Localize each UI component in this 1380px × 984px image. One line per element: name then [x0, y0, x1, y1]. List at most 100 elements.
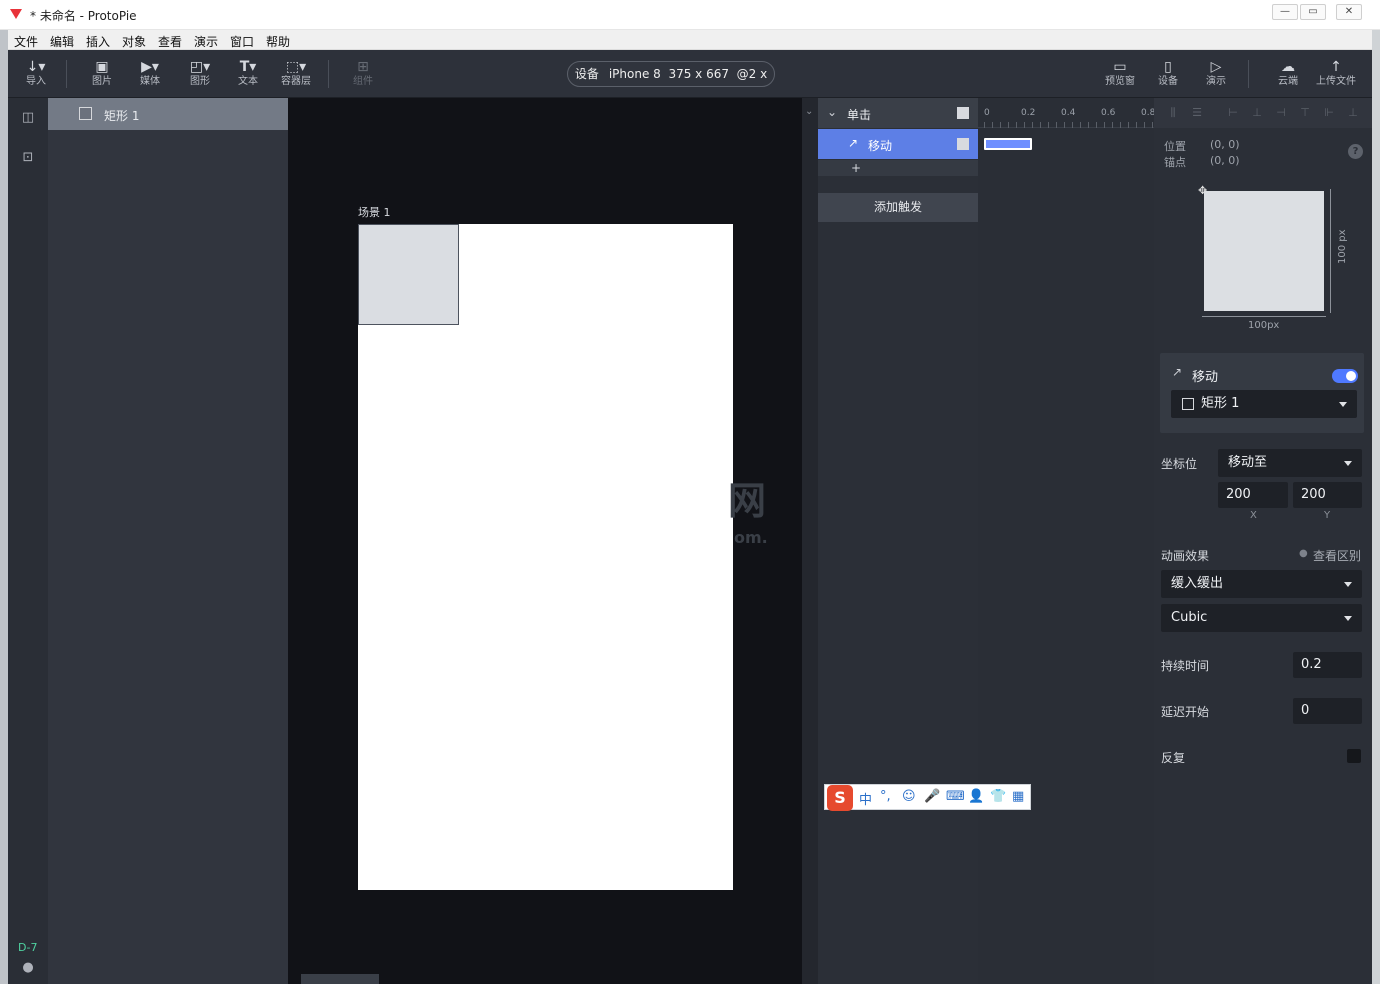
layer-name: 矩形 1 [104, 109, 140, 123]
component-label: 组件 [353, 76, 373, 87]
distribute-vertical-icon[interactable]: ☰ [1190, 106, 1204, 120]
easing-select[interactable]: 缓入缓出 [1161, 570, 1362, 598]
chevron-down-icon [1344, 582, 1352, 587]
toolbox-icon[interactable]: ▦ [1012, 789, 1024, 804]
ruler-tick: 0.2 [1021, 108, 1036, 118]
duration-input[interactable]: 0.2 [1293, 652, 1362, 678]
preview-window-button[interactable]: ▭ 预览窗 [1100, 58, 1140, 94]
curve-value: Cubic [1171, 610, 1208, 625]
menu-window[interactable]: 窗口 [230, 33, 254, 50]
align-left-icon[interactable]: ⊢ [1226, 106, 1240, 120]
rectangle-layer-icon [79, 107, 92, 120]
move-icon: ↗ [1172, 365, 1183, 379]
upload-icon: ↑ [1330, 59, 1342, 75]
add-response-button[interactable]: + [851, 161, 861, 175]
coord-mode-select[interactable]: 移动至 [1218, 449, 1362, 477]
menu-edit[interactable]: 编辑 [50, 33, 74, 50]
repeat-checkbox[interactable] [1347, 749, 1361, 763]
chinese-mode-icon[interactable]: 中 [859, 789, 872, 808]
watermark-glyph: 网 [728, 479, 767, 523]
curve-select[interactable]: Cubic [1161, 604, 1362, 632]
target-layer-select[interactable]: 矩形 1 [1171, 390, 1357, 418]
container-icon: ⬚▾ [285, 59, 307, 75]
animation-label: 动画效果 [1161, 549, 1210, 563]
menu-view[interactable]: 查看 [158, 33, 182, 50]
maximize-button[interactable]: ▭ [1300, 4, 1326, 20]
chevron-down-icon [1344, 616, 1352, 621]
component-button[interactable]: ⊞ 组件 [343, 58, 383, 94]
window-left-border [0, 30, 8, 984]
align-bottom-icon[interactable]: ⊥ [1346, 106, 1360, 120]
add-response-row[interactable]: + [818, 160, 978, 176]
collapse-chevron-icon[interactable]: ⌄ [805, 106, 813, 117]
align-top-icon[interactable]: ⊤ [1298, 106, 1312, 120]
menu-present[interactable]: 演示 [194, 33, 218, 50]
media-button[interactable]: ▶▾ 媒体 [130, 58, 170, 94]
x-axis-label: X [1250, 510, 1257, 521]
rectangle-1[interactable] [358, 224, 459, 325]
view-diff-link[interactable]: 查看区别 [1313, 547, 1361, 564]
import-button[interactable]: ↓▾ 导入 [16, 58, 56, 94]
container-button[interactable]: ⬚▾ 容器层 [276, 58, 316, 94]
horizontal-scrollbar[interactable] [301, 974, 379, 984]
device-selector[interactable]: 设备 iPhone 8 375 x 667 @2 x [567, 61, 775, 87]
add-trigger-button[interactable]: 添加触发 [818, 193, 978, 222]
x-input[interactable]: 200 [1218, 482, 1288, 508]
response-row[interactable]: ↗ 移动 [818, 129, 978, 159]
menu-help[interactable]: 帮助 [266, 33, 290, 50]
ruler-minor-ticks [984, 122, 1154, 128]
user-icon[interactable]: ● [20, 960, 36, 976]
keyboard-icon[interactable]: ⌨ [946, 789, 965, 804]
align-middle-icon[interactable]: ⊩ [1322, 106, 1336, 120]
emoji-icon[interactable]: ☺ [902, 789, 916, 804]
close-button[interactable]: ✕ [1336, 4, 1362, 20]
layer-row[interactable]: 矩形 1 [48, 98, 288, 130]
image-icon: ▣ [95, 59, 109, 75]
menu-bar: 文件 编辑 插入 对象 查看 演示 窗口 帮助 [8, 30, 1372, 50]
toolbar-divider [66, 60, 67, 88]
menu-insert[interactable]: 插入 [86, 33, 110, 50]
height-dimension-label: 100 px [1337, 229, 1348, 264]
menu-file[interactable]: 文件 [14, 33, 38, 50]
text-button[interactable]: T▾ 文本 [228, 58, 268, 94]
align-right-icon[interactable]: ⊣ [1274, 106, 1288, 120]
y-input[interactable]: 200 [1293, 482, 1362, 508]
cloud-icon: ☁ [1281, 59, 1295, 75]
image-button[interactable]: ▣ 图片 [82, 58, 122, 94]
delay-input[interactable]: 0 [1293, 698, 1362, 724]
user-icon[interactable]: 👤 [968, 789, 984, 804]
trigger-row[interactable]: ⌄ 单击 [818, 98, 978, 128]
y-axis-label: Y [1324, 510, 1331, 521]
skin-icon[interactable]: 👕 [990, 789, 1006, 804]
device-button[interactable]: ▯ 设备 [1148, 58, 1188, 94]
upload-label: 上传文件 [1316, 76, 1356, 87]
duration-label: 持续时间 [1161, 659, 1210, 673]
tap-trigger-icon: ⌄ [827, 105, 838, 119]
punctuation-icon[interactable]: °, [880, 789, 891, 804]
shape-button[interactable]: ◰▾ 图形 [180, 58, 220, 94]
trigger-color-swatch[interactable] [957, 107, 969, 119]
scene-label: 场景 1 [358, 206, 391, 219]
cloud-button[interactable]: ☁ 云端 [1268, 58, 1308, 94]
ruler-tick: 0.4 [1061, 108, 1076, 118]
play-button[interactable]: ▷ 演示 [1196, 58, 1236, 94]
upload-button[interactable]: ↑ 上传文件 [1312, 58, 1360, 94]
watermark-text: om. [734, 528, 768, 547]
canvas-area[interactable]: 场景 1 网 om. [288, 98, 802, 984]
sogou-logo-icon[interactable]: S [827, 785, 853, 811]
response-color-swatch[interactable] [957, 138, 969, 150]
width-dimension-line [1202, 316, 1326, 317]
align-center-icon[interactable]: ⊥ [1250, 106, 1264, 120]
container-label: 容器层 [281, 76, 311, 87]
distribute-horizontal-icon[interactable]: ⫼ [1166, 106, 1180, 120]
position-label: 位置 [1164, 140, 1186, 153]
components-panel-icon[interactable]: ⊡ [20, 150, 36, 166]
response-duration-bar[interactable] [984, 138, 1032, 150]
response-card: ↗ 移动 矩形 1 [1160, 353, 1364, 433]
help-icon[interactable]: ? [1348, 144, 1363, 159]
minimize-button[interactable]: — [1272, 4, 1298, 20]
response-enabled-toggle[interactable] [1332, 369, 1358, 383]
layers-panel-icon[interactable]: ◫ [20, 110, 36, 126]
microphone-icon[interactable]: 🎤 [924, 789, 940, 804]
menu-object[interactable]: 对象 [122, 33, 146, 50]
